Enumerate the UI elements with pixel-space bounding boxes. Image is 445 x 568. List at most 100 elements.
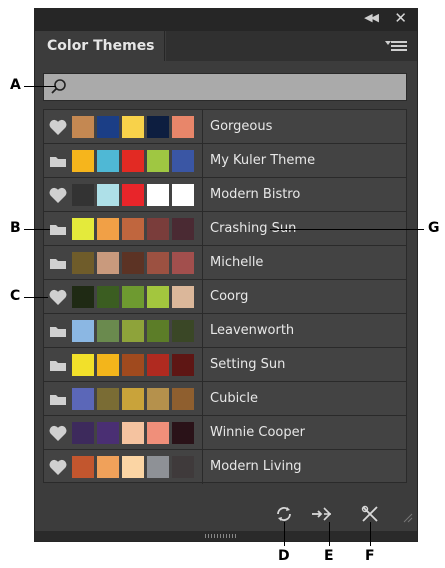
search-input[interactable] (72, 77, 392, 97)
color-swatch[interactable] (172, 116, 194, 138)
color-swatch[interactable] (72, 286, 94, 308)
collapse-icon[interactable]: ◀◀ (364, 11, 379, 24)
folder-icon (48, 152, 68, 170)
row-divider (202, 314, 203, 348)
color-swatch[interactable] (147, 252, 169, 274)
theme-row[interactable]: Gorgeous (43, 109, 407, 144)
color-swatch[interactable] (147, 218, 169, 240)
color-swatch[interactable] (147, 388, 169, 410)
drag-handle[interactable] (205, 534, 237, 538)
color-swatch[interactable] (72, 422, 94, 444)
color-swatch[interactable] (122, 252, 144, 274)
color-swatch[interactable] (147, 116, 169, 138)
color-swatch[interactable] (97, 422, 119, 444)
color-swatch[interactable] (122, 388, 144, 410)
search-field[interactable] (43, 73, 407, 101)
color-swatch[interactable] (172, 456, 194, 478)
row-divider (202, 144, 203, 178)
row-divider (202, 246, 203, 280)
theme-row[interactable]: Coorg (43, 279, 407, 314)
panel-bottom-bar[interactable] (35, 531, 417, 541)
theme-row[interactable]: Cubicle (43, 381, 407, 416)
color-swatch[interactable] (97, 218, 119, 240)
color-swatch[interactable] (172, 354, 194, 376)
color-swatch[interactable] (97, 320, 119, 342)
theme-row[interactable]: Leavenworth (43, 313, 407, 348)
theme-row[interactable]: My Kuler Theme (43, 143, 407, 178)
panel-menu-icon[interactable] (385, 41, 407, 53)
theme-row[interactable]: Modern Living (43, 449, 407, 484)
color-swatch[interactable] (72, 218, 94, 240)
theme-row[interactable]: Modern Bistro (43, 177, 407, 212)
theme-name: Cubicle (210, 391, 258, 406)
color-swatch[interactable] (147, 286, 169, 308)
theme-row[interactable]: Crashing Sun (43, 211, 407, 246)
theme-row[interactable]: Setting Sun (43, 347, 407, 382)
heart-icon (48, 118, 68, 136)
color-swatch[interactable] (122, 184, 144, 206)
color-swatch[interactable] (97, 354, 119, 376)
row-divider (202, 110, 203, 144)
color-swatch[interactable] (172, 286, 194, 308)
color-swatch[interactable] (122, 286, 144, 308)
heart-icon (48, 288, 68, 306)
color-swatch[interactable] (172, 150, 194, 172)
row-divider (202, 212, 203, 246)
color-swatch[interactable] (147, 320, 169, 342)
color-swatch[interactable] (122, 320, 144, 342)
close-icon[interactable]: ✕ (394, 9, 407, 27)
callout-f: F (365, 548, 375, 564)
color-swatch[interactable] (172, 320, 194, 342)
row-divider (202, 280, 203, 314)
color-swatch[interactable] (147, 422, 169, 444)
color-swatch[interactable] (72, 150, 94, 172)
color-swatch[interactable] (72, 116, 94, 138)
color-swatch[interactable] (122, 116, 144, 138)
color-swatch[interactable] (72, 456, 94, 478)
color-swatch[interactable] (72, 354, 94, 376)
color-swatch[interactable] (122, 150, 144, 172)
folder-icon (48, 390, 68, 408)
folder-icon (48, 356, 68, 374)
color-swatch[interactable] (147, 184, 169, 206)
color-swatch[interactable] (122, 354, 144, 376)
callout-a-line (24, 86, 56, 87)
row-divider (202, 348, 203, 382)
callout-d: D (278, 548, 290, 564)
color-swatch[interactable] (172, 184, 194, 206)
color-swatch[interactable] (172, 388, 194, 410)
color-swatch[interactable] (147, 150, 169, 172)
color-swatch[interactable] (97, 286, 119, 308)
tab-color-themes[interactable]: Color Themes (35, 31, 165, 61)
color-swatch[interactable] (147, 354, 169, 376)
color-swatch[interactable] (72, 388, 94, 410)
resize-grip[interactable] (401, 511, 413, 523)
color-swatch[interactable] (122, 422, 144, 444)
theme-row[interactable]: Winnie Cooper (43, 415, 407, 450)
color-swatch[interactable] (97, 184, 119, 206)
callout-g-line (270, 229, 424, 230)
callout-c-line (24, 297, 48, 298)
theme-name: Leavenworth (210, 323, 295, 338)
theme-list: Gorgeous My Kuler Theme Modern Bistro Crash… (43, 109, 407, 484)
color-swatch[interactable] (97, 150, 119, 172)
color-swatch[interactable] (122, 218, 144, 240)
color-swatch[interactable] (97, 116, 119, 138)
color-swatch[interactable] (97, 388, 119, 410)
theme-name: Modern Living (210, 459, 302, 474)
color-swatch[interactable] (172, 252, 194, 274)
color-swatch[interactable] (97, 456, 119, 478)
color-swatch[interactable] (72, 252, 94, 274)
color-swatch[interactable] (147, 456, 169, 478)
color-swatch[interactable] (72, 320, 94, 342)
color-swatch[interactable] (97, 252, 119, 274)
callout-e: E (324, 548, 334, 564)
folder-icon (48, 254, 68, 272)
color-swatch[interactable] (122, 456, 144, 478)
theme-name: Gorgeous (210, 119, 273, 134)
color-swatch[interactable] (172, 218, 194, 240)
theme-row[interactable]: Michelle (43, 245, 407, 280)
color-swatch[interactable] (72, 184, 94, 206)
color-swatch[interactable] (172, 422, 194, 444)
heart-icon (48, 424, 68, 442)
